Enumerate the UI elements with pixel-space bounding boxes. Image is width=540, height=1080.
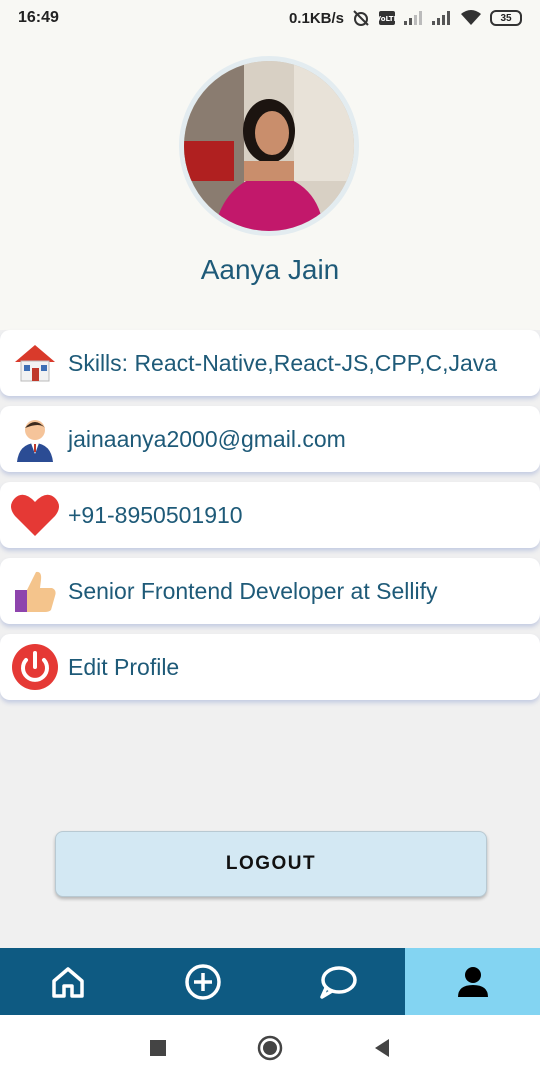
chat-bubble-icon (319, 965, 357, 999)
home-icon (51, 966, 84, 998)
svg-text:VoLTE: VoLTE (378, 15, 396, 23)
edit-profile-item[interactable]: Edit Profile (0, 634, 540, 700)
skills-item[interactable]: Skills: React-Native,React-JS,CPP,C,Java (0, 330, 540, 396)
heart-icon (9, 489, 61, 541)
signal-1-icon (404, 11, 424, 25)
back-icon[interactable] (373, 1038, 391, 1058)
bottom-tab-bar (0, 948, 540, 1015)
power-icon (9, 641, 61, 693)
profile-header: Aanya Jain (0, 36, 540, 330)
home-button-icon[interactable] (257, 1035, 283, 1061)
system-nav-bar (0, 1015, 540, 1080)
email-text: jainaanya2000@gmail.com (68, 425, 346, 452)
email-item[interactable]: jainaanya2000@gmail.com (0, 406, 540, 472)
alarm-off-icon (353, 10, 369, 26)
network-speed: 0.1KB/s (288, 9, 344, 27)
status-bar: 16:49 0.1KB/s VoLTE 35 (0, 0, 540, 36)
battery-level: 35 (500, 12, 512, 24)
skills-text: Skills: React-Native,React-JS,CPP,C,Java (68, 349, 498, 376)
house-icon (9, 337, 61, 389)
avatar[interactable] (179, 56, 359, 236)
tab-home[interactable] (0, 948, 135, 1015)
phone-item[interactable]: +91-8950501910 (0, 482, 540, 548)
profile-icon (457, 966, 488, 997)
status-time: 16:49 (18, 9, 59, 26)
signal-2-icon (432, 11, 452, 25)
tab-profile[interactable] (405, 948, 540, 1015)
wifi-icon (461, 10, 481, 25)
thumbs-up-icon (9, 565, 61, 617)
job-text: Senior Frontend Developer at Sellify (68, 577, 438, 604)
avatar-photo (184, 61, 354, 231)
edit-profile-text: Edit Profile (68, 653, 180, 680)
recent-apps-icon[interactable] (149, 1039, 167, 1057)
battery-icon: 35 (490, 10, 522, 26)
phone-text: +91-8950501910 (68, 501, 243, 528)
volte-icon: VoLTE (378, 11, 396, 25)
add-circle-icon (184, 963, 221, 1000)
tab-add[interactable] (135, 948, 270, 1015)
job-item[interactable]: Senior Frontend Developer at Sellify (0, 558, 540, 624)
person-icon (9, 413, 61, 465)
tab-chat[interactable] (270, 948, 405, 1015)
status-indicators: 0.1KB/s VoLTE 35 (289, 9, 522, 27)
user-name: Aanya Jain (200, 254, 340, 285)
logout-button[interactable]: LOGOUT (55, 831, 487, 897)
